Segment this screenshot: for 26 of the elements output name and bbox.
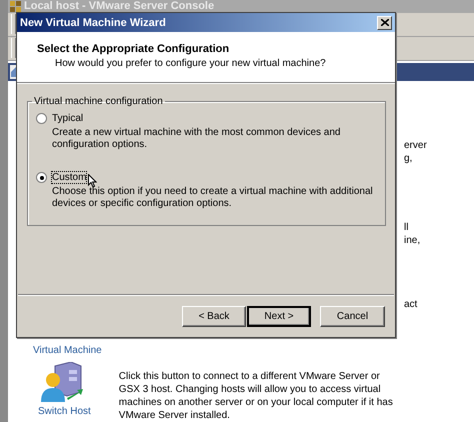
wizard-subheading: How would you prefer to configure your new virtual machine? <box>55 58 327 69</box>
switch-host-description: Click this button to connect to a different VMware Server or GSX 3 host. Changing hosts will allow you to access virtual machines on another server or on your local computer if it has VMware Server installed. <box>118 370 394 422</box>
back-button[interactable]: < Back <box>182 306 246 327</box>
group-label: Virtual machine configuration <box>33 96 164 107</box>
text-fragment: ine, <box>404 234 422 247</box>
mouse-pointer-icon <box>88 174 97 188</box>
dialog-title: New Virtual Machine Wizard <box>20 16 166 28</box>
wizard-heading: Select the Appropriate Configuration <box>37 43 230 55</box>
window-title: Local host - VMware Server Console <box>24 0 214 12</box>
close-button[interactable] <box>377 16 392 30</box>
virtual-machine-label[interactable]: Virtual Machine <box>33 345 102 356</box>
cancel-button[interactable]: Cancel <box>320 306 385 327</box>
radio-label[interactable]: Typical <box>52 113 84 124</box>
next-button[interactable]: Next > <box>247 306 311 327</box>
text-fragment: erver <box>404 139 428 152</box>
switch-host-label[interactable]: Switch Host <box>38 406 91 417</box>
text-fragment: g, <box>404 152 414 165</box>
close-icon <box>380 19 388 26</box>
option-description: Choose this option if you need to create a virtual machine with additional devices or specific configuration options. <box>52 186 374 210</box>
text-fragment: ll <box>404 221 410 234</box>
radio-label[interactable]: Custom <box>52 172 86 183</box>
text-fragment: act <box>404 298 418 311</box>
option-description: Create a new virtual machine with the most common devices and configuration options. <box>52 127 342 151</box>
app-icon <box>10 0 21 12</box>
radio-button[interactable] <box>36 172 47 183</box>
radio-button[interactable] <box>36 113 47 124</box>
